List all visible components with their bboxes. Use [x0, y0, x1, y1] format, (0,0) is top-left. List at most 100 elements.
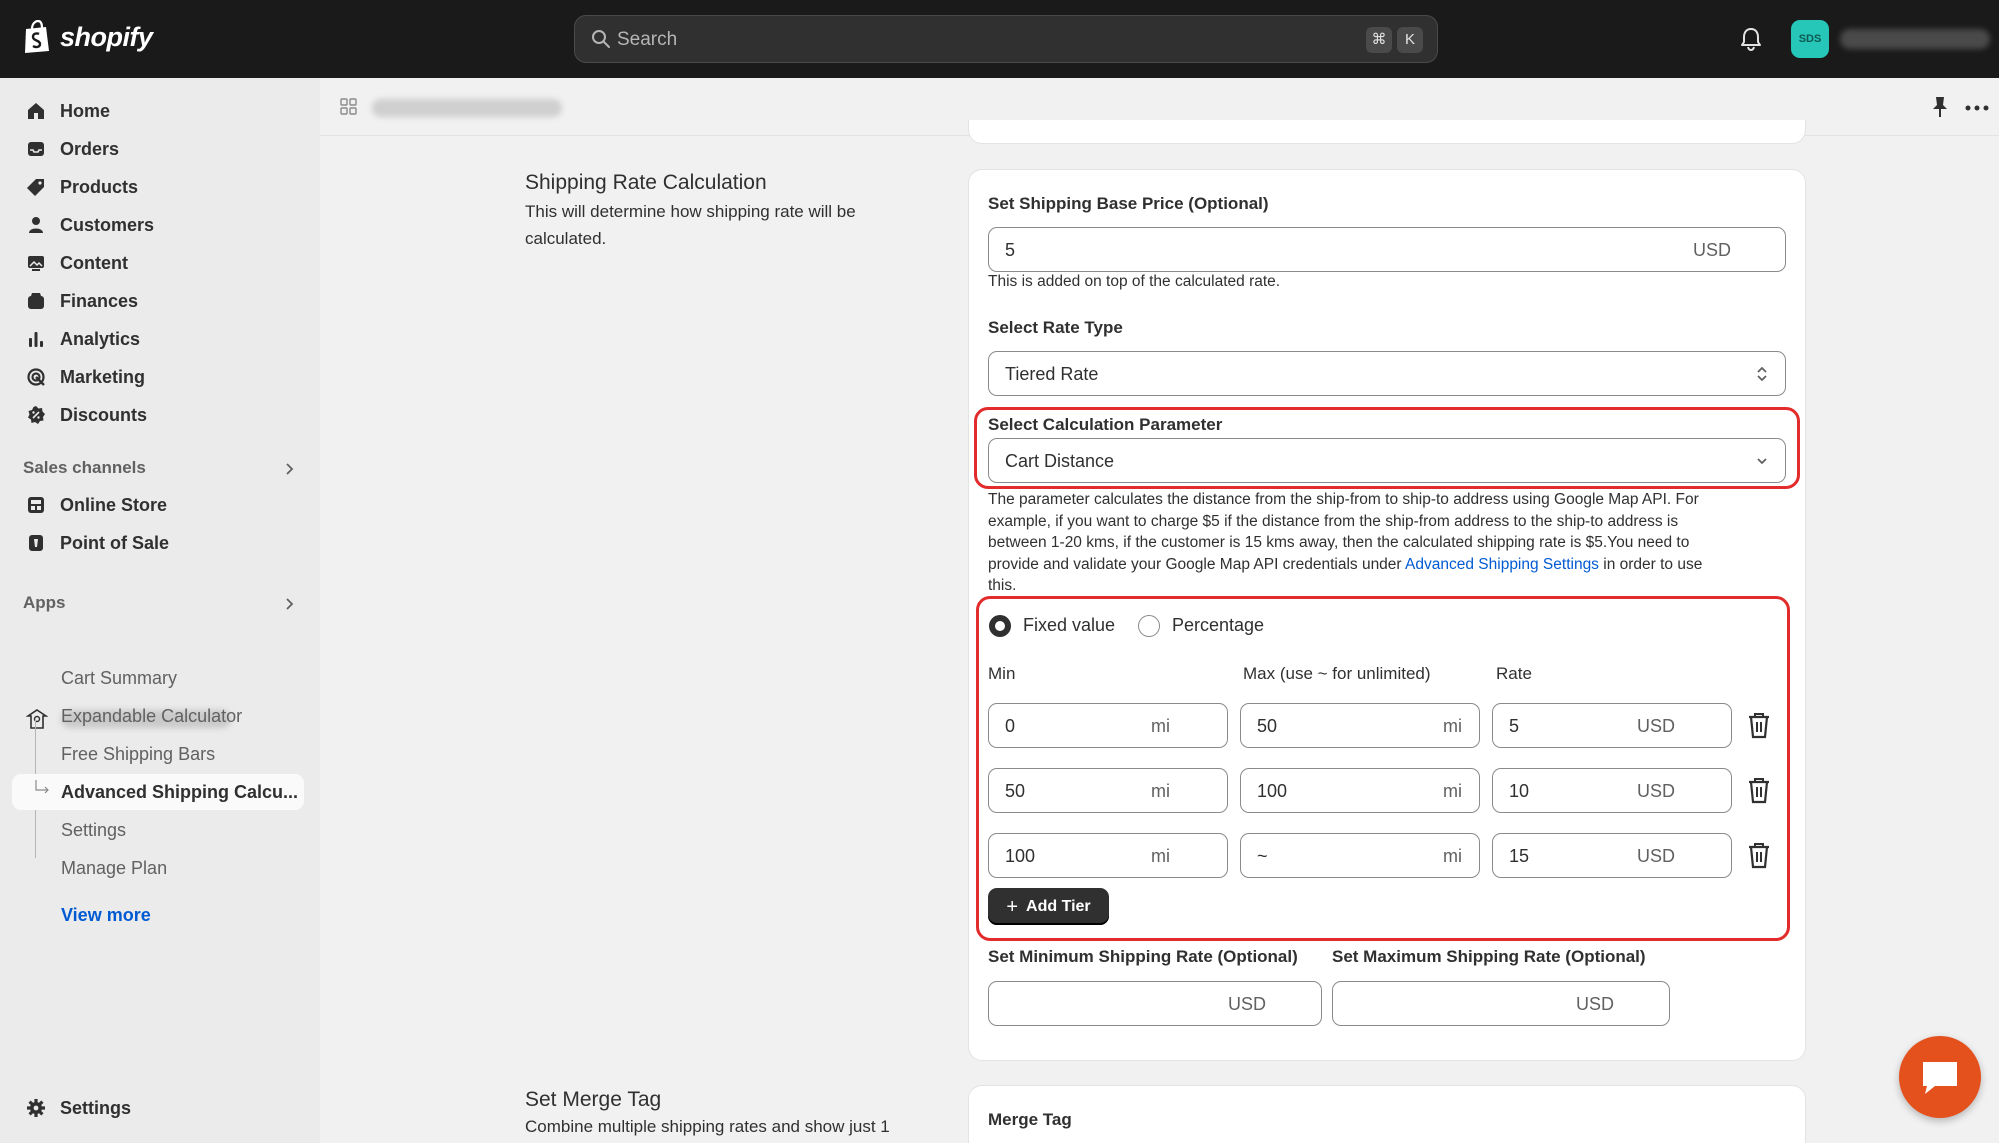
- tier-1-rate-input[interactable]: 5 USD: [1492, 703, 1732, 748]
- target-icon: [27, 368, 45, 386]
- sidebar-item-expandable-calculator[interactable]: Expandable Calculator: [12, 698, 304, 734]
- delete-tier-1-icon[interactable]: [1747, 711, 1771, 739]
- chevron-right-icon[interactable]: [282, 597, 296, 611]
- tier-max-unit: mi: [1443, 716, 1462, 736]
- sidebar-item-content[interactable]: Content: [12, 245, 304, 281]
- select-updown-icon: [1757, 366, 1767, 382]
- shortcut-cmd-key: ⌘: [1366, 27, 1392, 53]
- calc-help-text: provide and validate your Google Map API…: [988, 555, 1406, 573]
- chat-bubble-icon: [1923, 1062, 1957, 1094]
- sidebar-item-orders[interactable]: Orders: [12, 131, 304, 167]
- logo-text: shopify: [60, 21, 153, 52]
- merge-tag-card: [968, 1085, 1806, 1143]
- rate-type-select[interactable]: Tiered Rate: [988, 351, 1786, 396]
- sidebar-item-label: Home: [60, 100, 111, 121]
- tier-3-max-input[interactable]: ~ mi: [1240, 833, 1480, 878]
- search-bar[interactable]: Search ⌘ K: [574, 15, 1438, 63]
- sidebar-item-finances[interactable]: Finances: [12, 283, 304, 319]
- pin-icon[interactable]: [1930, 95, 1950, 119]
- delete-tier-2-icon[interactable]: [1747, 776, 1771, 804]
- add-tier-button[interactable]: + Add Tier: [988, 888, 1109, 925]
- rate-type-value: Tiered Rate: [1005, 364, 1099, 384]
- base-price-value: 5: [1005, 240, 1016, 260]
- tier-1-max-input[interactable]: 50 mi: [1240, 703, 1480, 748]
- tier-rate-currency: USD: [1637, 846, 1676, 866]
- sidebar-item-label: Discounts: [60, 404, 148, 425]
- shopify-bag-icon: [25, 20, 49, 53]
- tier-min-unit: mi: [1151, 781, 1170, 801]
- calc-help-text: in order to use: [1598, 555, 1703, 573]
- advanced-shipping-settings-link[interactable]: Advanced Shipping Settings: [1405, 556, 1599, 573]
- tier-3-rate-input[interactable]: 15 USD: [1492, 833, 1732, 878]
- section-description-shipping-rate: This will determine how shipping rate wi…: [525, 202, 856, 248]
- radio-fixed-value[interactable]: [989, 615, 1011, 637]
- tier-2-min-input[interactable]: 50 mi: [988, 768, 1228, 813]
- shopify-logo[interactable]: shopify: [22, 20, 153, 54]
- tier-rate-value: 5: [1509, 716, 1520, 736]
- tier-min-value: 0: [1005, 716, 1016, 736]
- tier-min-unit: mi: [1151, 716, 1170, 736]
- min-rate-input[interactable]: USD: [988, 981, 1322, 1026]
- chat-button[interactable]: [1899, 1036, 1981, 1118]
- tier-min-value: 100: [1005, 846, 1036, 866]
- calc-help-line: between 1-20 kms, if the customer is 15 …: [988, 534, 1690, 551]
- max-rate-currency: USD: [1576, 994, 1615, 1014]
- sidebar-item-label: Orders: [60, 138, 120, 159]
- tier-2-rate-input[interactable]: 10 USD: [1492, 768, 1732, 813]
- sidebar-item-cart-summary[interactable]: Cart Summary: [12, 660, 304, 696]
- sidebar-item-label: Expandable Calculator: [61, 705, 243, 726]
- sidebar-item-marketing[interactable]: Marketing: [12, 359, 304, 395]
- column-header-min: Min: [988, 664, 1016, 683]
- sidebar-item-settings-app[interactable]: Settings: [12, 812, 304, 848]
- tier-1-min-input[interactable]: 0 mi: [988, 703, 1228, 748]
- home-icon: [28, 103, 44, 119]
- sidebar-item-label: Online Store: [60, 494, 168, 515]
- column-header-max: Max (use ~ for unlimited): [1243, 664, 1431, 683]
- sidebar-item-home[interactable]: Home: [12, 93, 304, 129]
- bell-icon[interactable]: [1739, 26, 1763, 52]
- sidebar-item-analytics[interactable]: Analytics: [12, 321, 304, 357]
- base-price-input[interactable]: 5 USD: [988, 227, 1786, 272]
- sidebar-item-label: Products: [60, 176, 139, 197]
- sidebar-item-customers[interactable]: Customers: [12, 207, 304, 243]
- search-placeholder: Search: [617, 29, 678, 50]
- more-actions-icon[interactable]: [1965, 104, 1989, 112]
- tier-min-unit: mi: [1151, 846, 1170, 866]
- tier-2-max-input[interactable]: 100 mi: [1240, 768, 1480, 813]
- sidebar-item-manage-plan[interactable]: Manage Plan: [12, 850, 304, 886]
- view-more-link[interactable]: View more: [61, 905, 151, 926]
- sidebar-item-settings[interactable]: Settings: [12, 1090, 304, 1126]
- tier-min-value: 50: [1005, 781, 1026, 801]
- sidebar-item-online-store[interactable]: Online Store: [12, 487, 304, 523]
- radio-percentage-label: Percentage: [1172, 615, 1265, 635]
- tag-icon: [27, 179, 44, 196]
- store-icon: [28, 497, 44, 513]
- tier-rate-currency: USD: [1637, 781, 1676, 801]
- tier-max-value: 50: [1257, 716, 1278, 736]
- search-icon: [592, 30, 610, 48]
- sidebar-item-products[interactable]: Products: [12, 169, 304, 205]
- radio-percentage[interactable]: [1138, 615, 1160, 637]
- sidebar-item-free-shipping-bars[interactable]: Free Shipping Bars: [12, 736, 304, 772]
- sidebar-item-discounts[interactable]: Discounts: [12, 397, 304, 433]
- shortcut-k-key: K: [1397, 27, 1423, 53]
- tier-rate-currency: USD: [1637, 716, 1676, 736]
- tier-3-min-input[interactable]: 100 mi: [988, 833, 1228, 878]
- calc-param-label: Select Calculation Parameter: [988, 415, 1223, 434]
- person-icon: [29, 217, 43, 233]
- rate-type-label: Select Rate Type: [988, 318, 1123, 337]
- min-rate-label: Set Minimum Shipping Rate (Optional): [988, 947, 1298, 966]
- sidebar-item-point-of-sale[interactable]: Point of Sale: [12, 525, 304, 561]
- store-name-blurred[interactable]: [1840, 29, 1990, 49]
- sidebar-item-label: Cart Summary: [61, 667, 178, 688]
- section-title-shipping-rate: Shipping Rate Calculation: [525, 171, 767, 194]
- sidebar-item-advanced-shipping-calculator[interactable]: Advanced Shipping Calcu...: [12, 774, 304, 810]
- sidebar-item-label: Marketing: [60, 366, 146, 387]
- min-rate-currency: USD: [1228, 994, 1267, 1014]
- delete-tier-3-icon[interactable]: [1747, 841, 1771, 869]
- calc-param-select[interactable]: Cart Distance: [988, 438, 1786, 483]
- chevron-right-icon[interactable]: [282, 462, 296, 476]
- plus-icon: +: [1006, 895, 1019, 918]
- max-rate-input[interactable]: USD: [1332, 981, 1670, 1026]
- avatar[interactable]: SDS: [1791, 20, 1829, 58]
